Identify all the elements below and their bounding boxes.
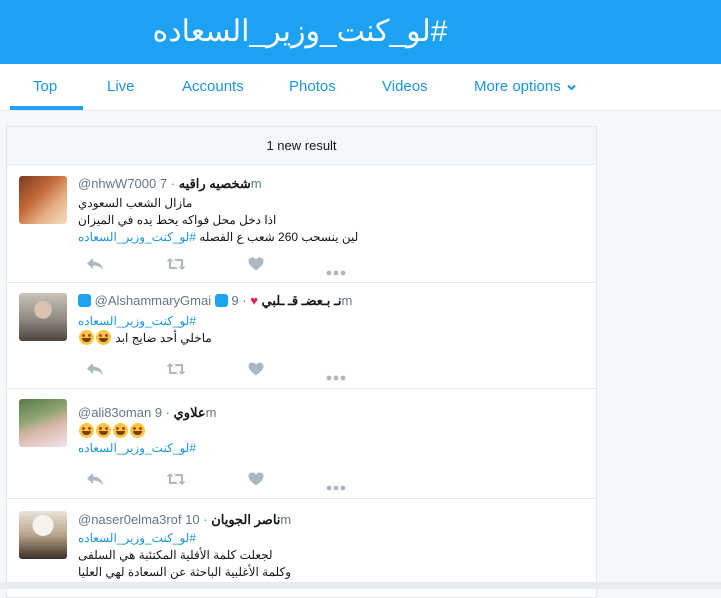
search-tabs: Top Live Accounts Photos Videos More opt… (0, 64, 721, 111)
tweet-line: لجعلت كلمة الأقلية المكتئبة هي السلفى (78, 548, 273, 562)
tab-photos[interactable]: Photos (289, 78, 336, 95)
tweet-item[interactable]: @AlshammaryGmai نـ بـعضـ قـ ـلبي ♥ · 9m … (7, 283, 596, 389)
tweet-line: لين ينسحب 260 شعب ع الفصله #لو_كنت_وزير_… (78, 229, 583, 246)
tweet-author[interactable]: علاوي (174, 405, 206, 420)
tweet-item[interactable]: @ali83oman علاوي · 9m #لو_كنت_وزير_السعا… (7, 389, 596, 499)
like-button[interactable] (248, 257, 272, 277)
tweet-header: @AlshammaryGmai نـ بـعضـ قـ ـلبي ♥ · 9m (78, 293, 352, 309)
like-icon (248, 472, 264, 486)
retweet-icon (166, 473, 186, 485)
hashtag-link[interactable]: #لو_كنت_وزير_السعاده (78, 230, 196, 244)
heart-eyes-emoji-icon (79, 423, 94, 438)
search-header: #لو_كنت_وزير_السعاده (0, 0, 721, 64)
active-tab-indicator (10, 106, 83, 110)
chevron-down-icon (567, 84, 576, 90)
retweet-button[interactable] (166, 257, 190, 277)
like-icon (248, 257, 264, 271)
tweet-line: وكلمة الأغلبية الباحثة عن السعادة لهي ال… (78, 565, 291, 579)
grin-emoji-icon (79, 330, 94, 345)
hashtag-link[interactable]: #لو_كنت_وزير_السعاده (78, 530, 583, 547)
heart-eyes-emoji-icon (130, 423, 145, 438)
more-icon (326, 375, 346, 381)
tab-top[interactable]: Top (33, 78, 57, 95)
more-button[interactable] (326, 263, 350, 283)
tweet-text: #لو_كنت_وزير_السعاده لجعلت كلمة الأقلية … (78, 530, 583, 581)
reply-icon (87, 258, 103, 270)
like-button[interactable] (248, 362, 272, 382)
reply-icon (87, 363, 103, 375)
heart-emoji-icon: ♥ (250, 293, 258, 308)
verified-badge-icon (78, 294, 91, 307)
tweet-author[interactable]: نـ بـعضـ قـ ـلبي (262, 293, 342, 308)
tweet-actions (78, 472, 378, 492)
retweet-button[interactable] (166, 362, 190, 382)
tweet-author[interactable]: شخصيه راقيه (179, 176, 251, 191)
more-button[interactable] (326, 368, 350, 388)
tweet-handle[interactable]: @naser0elma3rof (78, 512, 182, 527)
tweet-handle[interactable]: @nhwW7000 (78, 176, 156, 191)
emoji-row (78, 423, 583, 440)
tweet-header: @nhwW7000 شخصيه راقيه · 7m (78, 176, 262, 191)
tweet-text: مازال الشعب السعودي اذا دخل محل فواكه يح… (78, 195, 583, 246)
tweet-line: ماخلي أحد ضايج ابد (78, 330, 583, 347)
tweet-author[interactable]: ناصر الجويان (211, 512, 280, 527)
avatar[interactable] (19, 511, 67, 559)
reply-button[interactable] (86, 472, 110, 492)
avatar[interactable] (19, 176, 67, 224)
tab-videos[interactable]: Videos (382, 78, 428, 95)
grin-emoji-icon (96, 330, 111, 345)
more-icon (326, 485, 346, 491)
tweet-line-text: ماخلي أحد ضايج ابد (115, 331, 212, 345)
tweet-stream: 1 new result @nhwW7000 شخصيه راقيه · 7m … (6, 126, 597, 598)
hashtag-link[interactable]: #لو_كنت_وزير_السعاده (78, 313, 583, 330)
tab-accounts[interactable]: Accounts (182, 78, 244, 95)
reply-button[interactable] (86, 362, 110, 382)
like-icon (248, 362, 264, 376)
more-button[interactable] (326, 478, 350, 498)
retweet-icon (166, 258, 186, 270)
tweet-item[interactable]: @nhwW7000 شخصيه راقيه · 7m مازال الشعب ا… (7, 165, 596, 283)
retweet-button[interactable] (166, 472, 190, 492)
tweet-actions (78, 362, 378, 382)
like-button[interactable] (248, 472, 272, 492)
tweet-line: مازال الشعب السعودي (78, 196, 193, 210)
tweet-line: اذا دخل محل فواكه يحط يده في الميزان (78, 213, 277, 227)
tweet-actions (78, 257, 378, 277)
reply-button[interactable] (86, 257, 110, 277)
hashtag-title: #لو_كنت_وزير_السعاده (152, 15, 448, 48)
avatar[interactable] (19, 293, 67, 341)
horizontal-scrollbar[interactable] (0, 582, 721, 589)
verified-badge-icon (214, 294, 228, 307)
tweet-text: #لو_كنت_وزير_السعاده ماخلي أحد ضايج ابد (78, 313, 583, 347)
heart-eyes-emoji-icon (113, 423, 128, 438)
avatar[interactable] (19, 399, 67, 447)
retweet-icon (166, 363, 186, 375)
tweet-text: #لو_كنت_وزير_السعاده (78, 423, 583, 457)
tweet-header: @ali83oman علاوي · 9m (78, 405, 217, 420)
more-options-label: More options (474, 78, 561, 95)
tweet-handle[interactable]: @AlshammaryGmai (95, 293, 212, 308)
heart-eyes-emoji-icon (96, 423, 111, 438)
tweet-line-text: لين ينسحب 260 شعب ع الفصله (199, 230, 359, 244)
more-icon (326, 270, 346, 276)
hashtag-link[interactable]: #لو_كنت_وزير_السعاده (78, 440, 583, 457)
tweet-header: @naser0elma3rof ناصر الجويان · 10m (78, 512, 292, 527)
tab-more-options[interactable]: More options (474, 78, 576, 95)
tab-live[interactable]: Live (107, 78, 135, 95)
tweet-handle[interactable]: @ali83oman (78, 405, 151, 420)
new-results-bar[interactable]: 1 new result (7, 127, 596, 165)
reply-icon (87, 473, 103, 485)
